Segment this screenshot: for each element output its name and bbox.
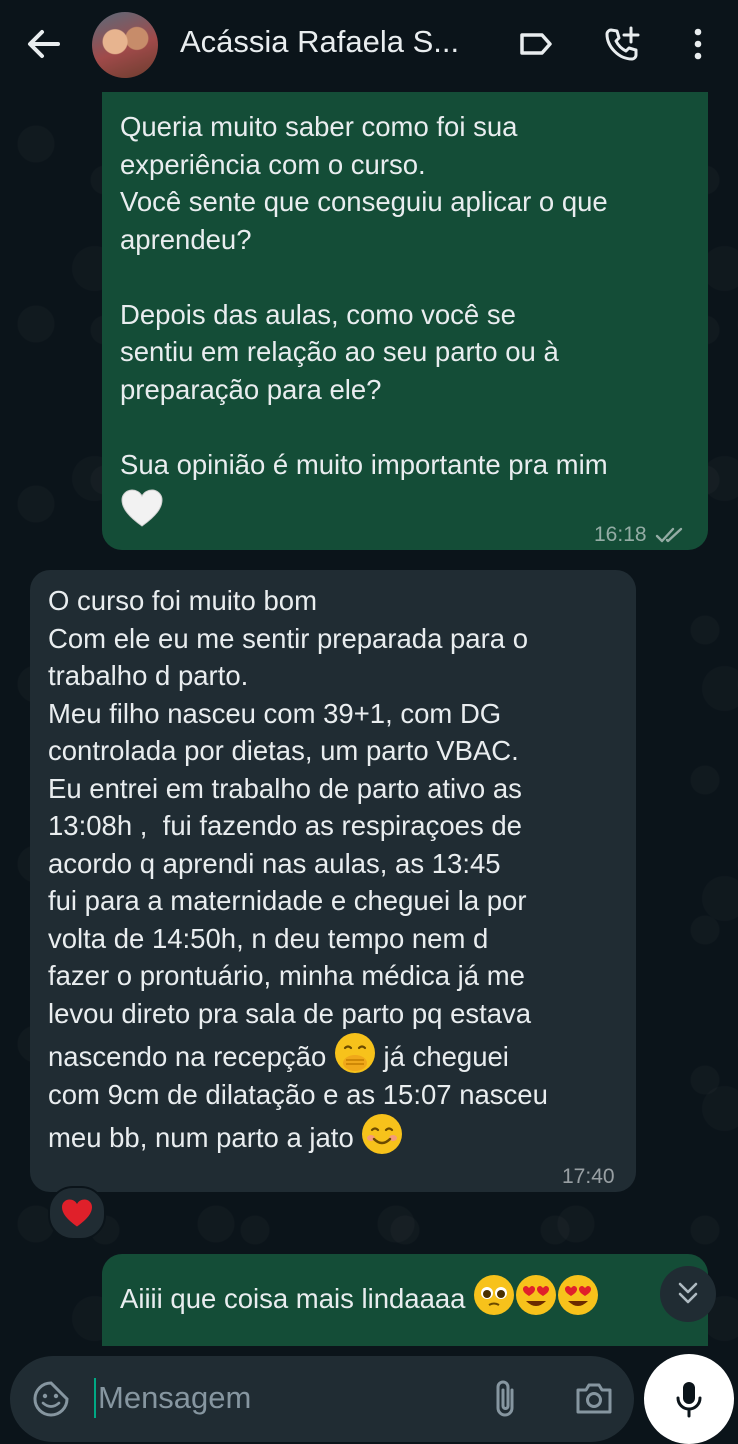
message-input[interactable]: Mensagem	[94, 1378, 251, 1418]
message-reaction[interactable]	[48, 1186, 106, 1240]
chat-header: Acássia Rafaela S...	[0, 0, 738, 90]
incoming-message[interactable]: O curso foi muito bom Com ele eu me sent…	[30, 570, 636, 1192]
double-chevron-down-icon	[678, 1282, 698, 1304]
avatar[interactable]	[92, 12, 158, 78]
back-arrow-icon[interactable]	[24, 26, 64, 62]
attach-icon[interactable]	[490, 1378, 520, 1425]
pleading-face-emoji	[473, 1274, 515, 1316]
sticker-icon[interactable]	[32, 1380, 70, 1423]
heart-eyes-emoji	[557, 1274, 599, 1316]
face-with-hand-over-mouth-emoji	[334, 1032, 376, 1074]
message-text: Queria muito saber como foi sua experiên…	[120, 111, 608, 480]
mic-icon	[676, 1382, 702, 1418]
voice-message-button[interactable]	[644, 1354, 734, 1444]
scroll-to-bottom-button[interactable]	[660, 1266, 716, 1322]
message-meta: 17:40	[562, 1158, 615, 1196]
camera-icon[interactable]	[574, 1380, 614, 1421]
message-text: O curso foi muito bom Com ele eu me sent…	[48, 582, 628, 1157]
outgoing-message[interactable]: Aiiii que coisa mais lindaaaa	[102, 1254, 708, 1346]
smiling-face-emoji	[361, 1113, 403, 1155]
red-heart-icon	[62, 1199, 92, 1227]
more-vert-icon[interactable]	[680, 24, 716, 64]
label-icon[interactable]	[516, 24, 556, 64]
heart-eyes-emoji	[515, 1274, 557, 1316]
double-check-icon	[655, 527, 682, 542]
outgoing-message[interactable]: Queria muito saber como foi sua experiên…	[102, 92, 708, 550]
message-text: Aiiii que coisa mais lindaaaa	[120, 1274, 599, 1318]
white-heart-emoji	[120, 488, 164, 538]
message-time: 17:40	[562, 1165, 615, 1188]
message-text-content: Aiiii que coisa mais lindaaaa	[120, 1283, 466, 1314]
message-meta: 16:18	[594, 516, 685, 554]
message-text-part1: O curso foi muito bom Com ele eu me sent…	[48, 585, 532, 1072]
message-time: 16:18	[594, 523, 647, 546]
add-call-icon[interactable]	[602, 24, 642, 64]
contact-name[interactable]: Acássia Rafaela S...	[180, 24, 490, 60]
